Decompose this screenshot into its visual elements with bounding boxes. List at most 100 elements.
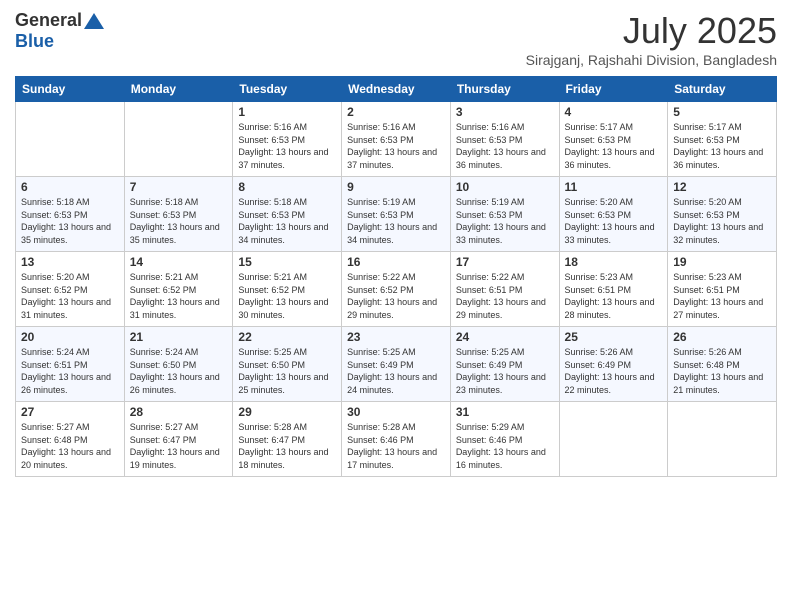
calendar-cell: 9 Sunrise: 5:19 AM Sunset: 6:53 PM Daylig…: [342, 177, 451, 252]
calendar-cell: 17Sunrise: 5:22 AM Sunset: 6:51 PM Dayli…: [450, 252, 559, 327]
day-number: 20: [21, 330, 119, 344]
day-info: Sunrise: 5:21 AM Sunset: 6:52 PM Dayligh…: [130, 271, 228, 321]
day-number: 18: [565, 255, 663, 269]
day-info: Sunrise: 5:16 AM Sunset: 6:53 PM Dayligh…: [347, 121, 445, 171]
logo: General Blue: [15, 10, 104, 52]
day-number: 1: [238, 105, 336, 119]
calendar-header-wednesday: Wednesday: [342, 77, 451, 102]
page: General Blue July 2025 Sirajganj, Rajsha…: [0, 0, 792, 612]
day-info: Sunrise: 5:25 AM Sunset: 6:49 PM Dayligh…: [456, 346, 554, 396]
day-number: 6: [21, 180, 119, 194]
calendar-cell: 5 Sunrise: 5:17 AM Sunset: 6:53 PM Daylig…: [668, 102, 777, 177]
day-number: 11: [565, 180, 663, 194]
day-info: Sunrise: 5:27 AM Sunset: 6:48 PM Dayligh…: [21, 421, 119, 471]
day-info: Sunrise: 5:17 AM Sunset: 6:53 PM Dayligh…: [673, 121, 771, 171]
calendar-cell: 22Sunrise: 5:25 AM Sunset: 6:50 PM Dayli…: [233, 327, 342, 402]
calendar-cell: 6Sunrise: 5:18 AM Sunset: 6:53 PM Daylig…: [16, 177, 125, 252]
calendar-header-saturday: Saturday: [668, 77, 777, 102]
day-info: Sunrise: 5:26 AM Sunset: 6:48 PM Dayligh…: [673, 346, 771, 396]
calendar-cell: 3 Sunrise: 5:16 AM Sunset: 6:53 PM Daylig…: [450, 102, 559, 177]
calendar-cell: 15 Sunrise: 5:21 AM Sunset: 6:52 PM Dayli…: [233, 252, 342, 327]
day-info: Sunrise: 5:19 AM Sunset: 6:53 PM Dayligh…: [456, 196, 554, 246]
calendar-cell: 1 Sunrise: 5:16 AM Sunset: 6:53 PM Daylig…: [233, 102, 342, 177]
day-number: 12: [673, 180, 771, 194]
day-number: 2: [347, 105, 445, 119]
calendar-week-3: 13Sunrise: 5:20 AM Sunset: 6:52 PM Dayli…: [16, 252, 777, 327]
day-number: 3: [456, 105, 554, 119]
calendar-cell: 8 Sunrise: 5:18 AM Sunset: 6:53 PM Daylig…: [233, 177, 342, 252]
calendar-cell: 21 Sunrise: 5:24 AM Sunset: 6:50 PM Dayli…: [124, 327, 233, 402]
day-number: 8: [238, 180, 336, 194]
calendar-header-thursday: Thursday: [450, 77, 559, 102]
day-info: Sunrise: 5:28 AM Sunset: 6:47 PM Dayligh…: [238, 421, 336, 471]
calendar-week-4: 20 Sunrise: 5:24 AM Sunset: 6:51 PM Dayli…: [16, 327, 777, 402]
day-info: Sunrise: 5:24 AM Sunset: 6:50 PM Dayligh…: [130, 346, 228, 396]
calendar-cell: 2 Sunrise: 5:16 AM Sunset: 6:53 PM Daylig…: [342, 102, 451, 177]
day-info: Sunrise: 5:23 AM Sunset: 6:51 PM Dayligh…: [673, 271, 771, 321]
logo-blue-text: Blue: [15, 31, 54, 52]
day-number: 25: [565, 330, 663, 344]
calendar-cell: 11 Sunrise: 5:20 AM Sunset: 6:53 PM Dayli…: [559, 177, 668, 252]
day-number: 17: [456, 255, 554, 269]
month-title: July 2025: [526, 10, 777, 52]
day-number: 19: [673, 255, 771, 269]
calendar-cell: 28 Sunrise: 5:27 AM Sunset: 6:47 PM Dayli…: [124, 402, 233, 477]
day-info: Sunrise: 5:25 AM Sunset: 6:50 PM Dayligh…: [238, 346, 336, 396]
calendar-cell: 7 Sunrise: 5:18 AM Sunset: 6:53 PM Daylig…: [124, 177, 233, 252]
day-info: Sunrise: 5:26 AM Sunset: 6:49 PM Dayligh…: [565, 346, 663, 396]
calendar-cell: [559, 402, 668, 477]
day-number: 10: [456, 180, 554, 194]
day-info: Sunrise: 5:17 AM Sunset: 6:53 PM Dayligh…: [565, 121, 663, 171]
day-info: Sunrise: 5:20 AM Sunset: 6:52 PM Dayligh…: [21, 271, 119, 321]
day-info: Sunrise: 5:20 AM Sunset: 6:53 PM Dayligh…: [565, 196, 663, 246]
calendar-cell: 31 Sunrise: 5:29 AM Sunset: 6:46 PM Dayli…: [450, 402, 559, 477]
day-number: 21: [130, 330, 228, 344]
calendar-table: SundayMondayTuesdayWednesdayThursdayFrid…: [15, 76, 777, 477]
header: General Blue July 2025 Sirajganj, Rajsha…: [15, 10, 777, 68]
day-number: 16: [347, 255, 445, 269]
day-info: Sunrise: 5:18 AM Sunset: 6:53 PM Dayligh…: [130, 196, 228, 246]
calendar-cell: 4 Sunrise: 5:17 AM Sunset: 6:53 PM Daylig…: [559, 102, 668, 177]
day-number: 27: [21, 405, 119, 419]
calendar-cell: 12 Sunrise: 5:20 AM Sunset: 6:53 PM Dayli…: [668, 177, 777, 252]
day-info: Sunrise: 5:29 AM Sunset: 6:46 PM Dayligh…: [456, 421, 554, 471]
calendar-week-5: 27 Sunrise: 5:27 AM Sunset: 6:48 PM Dayli…: [16, 402, 777, 477]
calendar-cell: 27 Sunrise: 5:27 AM Sunset: 6:48 PM Dayli…: [16, 402, 125, 477]
calendar-cell: 13Sunrise: 5:20 AM Sunset: 6:52 PM Dayli…: [16, 252, 125, 327]
day-number: 9: [347, 180, 445, 194]
calendar-header-row: SundayMondayTuesdayWednesdayThursdayFrid…: [16, 77, 777, 102]
calendar-cell: 30Sunrise: 5:28 AM Sunset: 6:46 PM Dayli…: [342, 402, 451, 477]
calendar-cell: 24Sunrise: 5:25 AM Sunset: 6:49 PM Dayli…: [450, 327, 559, 402]
day-info: Sunrise: 5:25 AM Sunset: 6:49 PM Dayligh…: [347, 346, 445, 396]
calendar-header-friday: Friday: [559, 77, 668, 102]
day-number: 14: [130, 255, 228, 269]
day-info: Sunrise: 5:23 AM Sunset: 6:51 PM Dayligh…: [565, 271, 663, 321]
day-info: Sunrise: 5:22 AM Sunset: 6:52 PM Dayligh…: [347, 271, 445, 321]
day-number: 23: [347, 330, 445, 344]
day-info: Sunrise: 5:24 AM Sunset: 6:51 PM Dayligh…: [21, 346, 119, 396]
calendar-cell: [124, 102, 233, 177]
day-info: Sunrise: 5:19 AM Sunset: 6:53 PM Dayligh…: [347, 196, 445, 246]
day-number: 7: [130, 180, 228, 194]
calendar-header-monday: Monday: [124, 77, 233, 102]
day-number: 30: [347, 405, 445, 419]
day-info: Sunrise: 5:27 AM Sunset: 6:47 PM Dayligh…: [130, 421, 228, 471]
day-number: 26: [673, 330, 771, 344]
day-info: Sunrise: 5:16 AM Sunset: 6:53 PM Dayligh…: [456, 121, 554, 171]
calendar-cell: 20 Sunrise: 5:24 AM Sunset: 6:51 PM Dayli…: [16, 327, 125, 402]
day-info: Sunrise: 5:18 AM Sunset: 6:53 PM Dayligh…: [238, 196, 336, 246]
logo-general-text: General: [15, 10, 82, 31]
day-info: Sunrise: 5:16 AM Sunset: 6:53 PM Dayligh…: [238, 121, 336, 171]
calendar-cell: 16 Sunrise: 5:22 AM Sunset: 6:52 PM Dayli…: [342, 252, 451, 327]
day-info: Sunrise: 5:20 AM Sunset: 6:53 PM Dayligh…: [673, 196, 771, 246]
day-number: 28: [130, 405, 228, 419]
calendar-cell: [668, 402, 777, 477]
calendar-cell: 18 Sunrise: 5:23 AM Sunset: 6:51 PM Dayli…: [559, 252, 668, 327]
day-number: 4: [565, 105, 663, 119]
calendar-week-1: 1 Sunrise: 5:16 AM Sunset: 6:53 PM Daylig…: [16, 102, 777, 177]
calendar-cell: 25 Sunrise: 5:26 AM Sunset: 6:49 PM Dayli…: [559, 327, 668, 402]
day-number: 5: [673, 105, 771, 119]
day-number: 15: [238, 255, 336, 269]
day-number: 31: [456, 405, 554, 419]
day-info: Sunrise: 5:21 AM Sunset: 6:52 PM Dayligh…: [238, 271, 336, 321]
